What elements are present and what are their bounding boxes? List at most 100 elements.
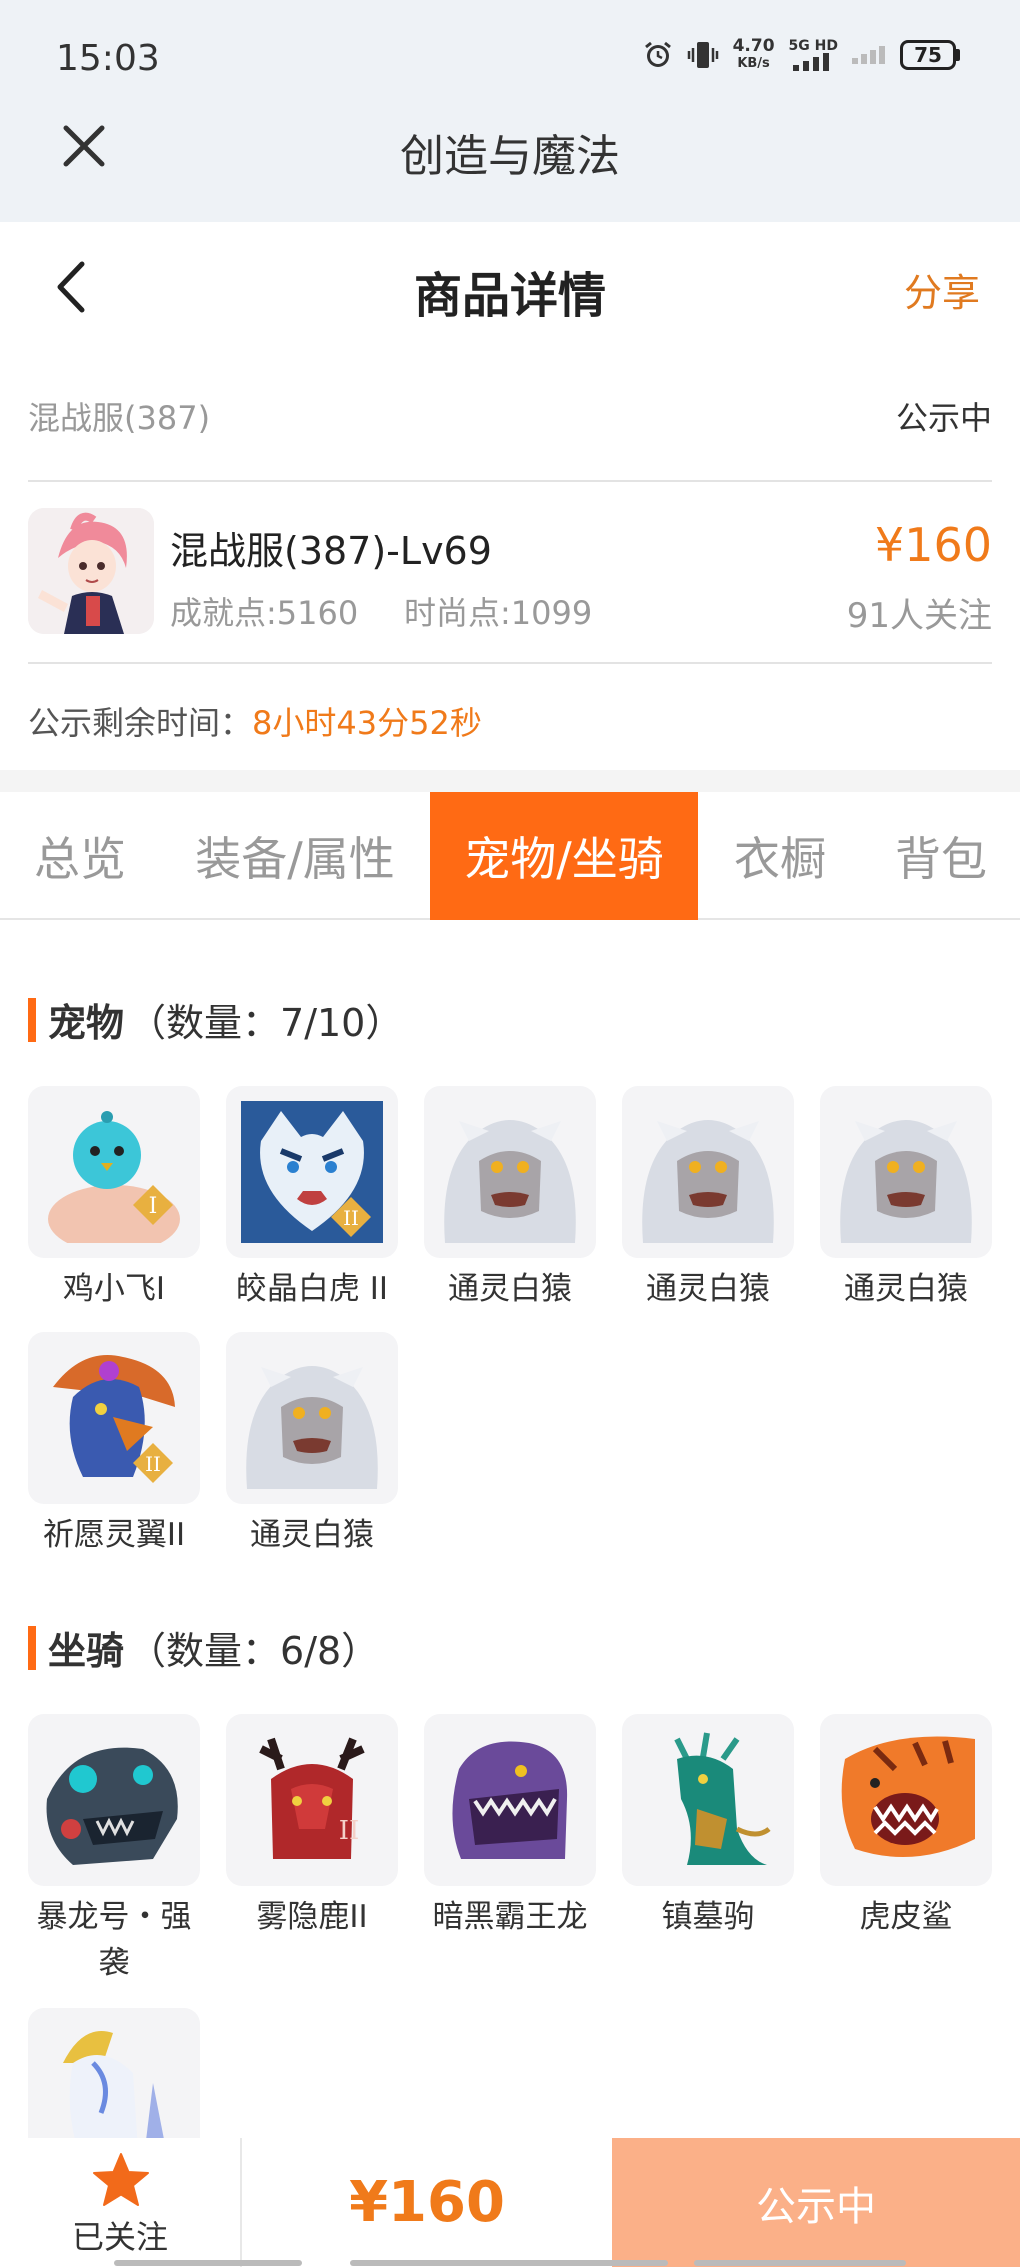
mount-name: 雾隐鹿II xyxy=(226,1894,398,1940)
status-time: 15:03 xyxy=(56,38,160,79)
follow-label: 已关注 xyxy=(71,2218,168,2256)
section-accent-bar xyxy=(28,1625,36,1670)
pet-item[interactable]: II 祈愿灵翼II xyxy=(28,1332,200,1558)
app-title: 创造与魔法 xyxy=(400,131,620,182)
mount-name-line1: 雾隐鹿II xyxy=(256,1899,368,1935)
page-title: 商品详情 xyxy=(413,268,606,324)
fashion-points: 时尚点:1099 xyxy=(404,594,593,632)
white-ape-icon xyxy=(424,1086,596,1258)
net-speed-value: 4.70 xyxy=(732,36,775,56)
pet-name: 通灵白猿 xyxy=(250,1517,374,1553)
pet-item[interactable]: II 皎晶白虎 II xyxy=(226,1086,398,1312)
section-accent-bar xyxy=(28,997,36,1042)
pets-count: （数量：7/10） xyxy=(128,1001,404,1045)
countdown-label: 公示剩余时间： xyxy=(28,704,253,742)
svg-text:II: II xyxy=(343,1206,359,1230)
tab-backpack[interactable]: 背包 xyxy=(862,792,1020,920)
white-tiger-icon: II xyxy=(226,1086,398,1258)
mount-item[interactable]: 暗黑霸王龙 xyxy=(424,1714,596,1940)
bottom-price: ¥160 xyxy=(349,2170,505,2235)
pet-item[interactable]: I 鸡小飞I xyxy=(28,1086,200,1312)
mount-item[interactable]: 镇墓驹 xyxy=(622,1714,794,1940)
mount-item[interactable]: II 雾隐鹿II xyxy=(226,1714,398,1940)
mount-name-line1: 镇墓驹 xyxy=(661,1899,755,1935)
battery-level: 75 xyxy=(900,40,956,70)
mount-name-line1: 暗黑霸王龙 xyxy=(432,1899,588,1935)
status-label: 公示中 xyxy=(895,399,992,437)
white-ape-icon xyxy=(622,1086,794,1258)
tab-wardrobe[interactable]: 衣橱 xyxy=(698,792,862,920)
section-gap xyxy=(0,770,1020,792)
countdown-row: 公示剩余时间：8小时43分52秒 xyxy=(28,698,482,744)
pet-name: 祈愿灵翼II xyxy=(42,1517,186,1553)
tab-equipment[interactable]: 装备/属性 xyxy=(160,792,430,920)
item-name: 混战服(387)-Lv69 xyxy=(170,529,492,573)
mounts-section-title: 坐骑 （数量：6/8） xyxy=(28,1620,379,1675)
pet-name: 皎晶白虎 II xyxy=(235,1271,389,1307)
pet-item[interactable]: 通灵白猿 xyxy=(226,1332,398,1558)
star-icon xyxy=(93,2153,149,2206)
svg-text:II: II xyxy=(339,1816,360,1846)
home-indicator xyxy=(694,2260,906,2266)
mount-item[interactable]: 暴龙号・强 袭 xyxy=(28,1714,200,1986)
spirit-bird-icon: II xyxy=(28,1332,200,1504)
pet-name: 鸡小飞I xyxy=(62,1271,166,1307)
pet-item[interactable]: 通灵白猿 xyxy=(424,1086,596,1312)
home-indicator xyxy=(350,2260,668,2266)
server-name: 混战服(387) xyxy=(28,399,211,437)
net-speed: 4.70 KB/s xyxy=(733,38,775,72)
follower-count: 91人关注 xyxy=(846,596,992,636)
pet-name: 通灵白猿 xyxy=(448,1271,572,1307)
signal-weak-icon xyxy=(852,46,886,64)
divider xyxy=(28,480,992,482)
app-top-bar: 15:03 4.70 KB/s 5G HD 75 创造与魔法 xyxy=(0,0,1020,222)
mount-name: 暗黑霸王龙 xyxy=(424,1894,596,1940)
pets-title: 宠物 xyxy=(48,1001,125,1045)
home-indicator xyxy=(114,2260,302,2266)
mount-name-line1: 虎皮鲨 xyxy=(859,1899,953,1935)
net-speed-unit: KB/s xyxy=(737,56,770,71)
avatar xyxy=(28,508,154,634)
mount-name: 暴龙号・强 袭 xyxy=(28,1894,200,1986)
server-row: 混战服(387) 公示中 xyxy=(28,386,992,446)
svg-text:I: I xyxy=(149,1194,158,1219)
battery-icon: 75 xyxy=(900,40,960,70)
mount-name: 镇墓驹 xyxy=(622,1894,794,1940)
purple-trex-icon xyxy=(424,1714,596,1886)
status-icons: 4.70 KB/s 5G HD 75 xyxy=(643,38,960,72)
tiger-shark-icon xyxy=(820,1714,992,1886)
mount-name: 虎皮鲨 xyxy=(820,1894,992,1940)
bottom-action-bar: 已关注 ¥160 公示中 xyxy=(0,2138,1020,2267)
alarm-icon xyxy=(643,40,673,70)
page-header: 商品详情 分享 xyxy=(0,222,1020,352)
signal-bars-icon xyxy=(793,53,830,71)
pet-name: 通灵白猿 xyxy=(646,1271,770,1307)
white-ape-icon xyxy=(226,1332,398,1504)
jade-steed-icon xyxy=(622,1714,794,1886)
blue-chick-icon: I xyxy=(28,1086,200,1258)
mech-dragon-icon xyxy=(28,1714,200,1886)
mounts-title: 坐骑 xyxy=(48,1629,125,1673)
vibrate-icon xyxy=(687,39,719,71)
mounts-count: （数量：6/8） xyxy=(128,1629,380,1673)
tab-pets-mounts[interactable]: 宠物/坐骑 xyxy=(430,792,698,920)
follow-button[interactable]: 已关注 xyxy=(0,2138,242,2267)
item-price: ¥160 xyxy=(874,518,992,572)
item-summary[interactable]: 混战服(387)-Lv69 成就点:5160 时尚点:1099 ¥160 91人… xyxy=(28,508,992,636)
status-button[interactable]: 公示中 xyxy=(612,2138,1020,2267)
mount-item[interactable]: 虎皮鲨 xyxy=(820,1714,992,1940)
pets-section-title: 宠物 （数量：7/10） xyxy=(28,992,403,1047)
mount-name-line1: 暴龙号・强 xyxy=(36,1899,192,1935)
red-deer-icon: II xyxy=(226,1714,398,1886)
tab-overview[interactable]: 总览 xyxy=(0,792,160,920)
divider xyxy=(28,662,992,664)
share-button[interactable]: 分享 xyxy=(904,262,980,317)
pet-item[interactable]: 通灵白猿 xyxy=(820,1086,992,1312)
net-type: 5G HD xyxy=(788,38,838,54)
signal-5g: 5G HD xyxy=(789,39,838,71)
detail-tabs: 总览 装备/属性 宠物/坐骑 衣橱 背包 xyxy=(0,792,1020,920)
pet-name: 通灵白猿 xyxy=(844,1271,968,1307)
pet-item[interactable]: 通灵白猿 xyxy=(622,1086,794,1312)
svg-text:II: II xyxy=(145,1452,161,1476)
mount-name-line2: 袭 xyxy=(98,1945,130,1981)
